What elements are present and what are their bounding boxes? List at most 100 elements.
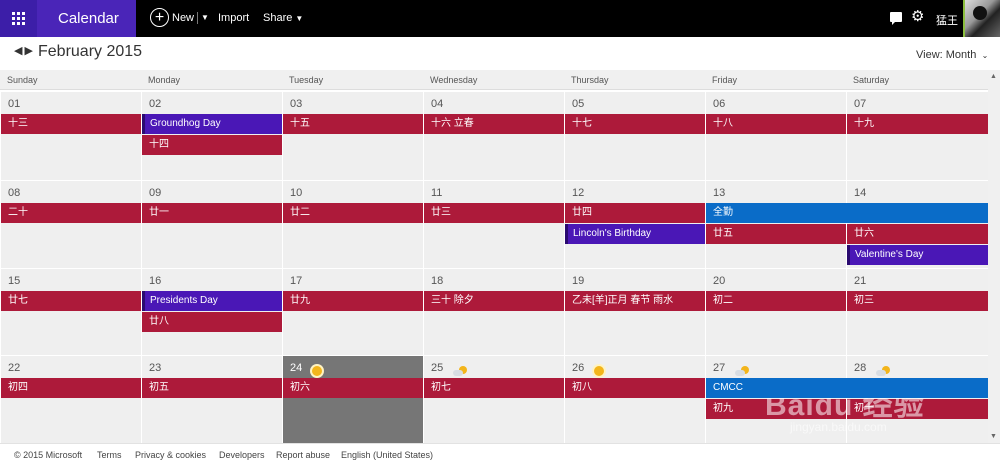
calendar-event[interactable]: 初六 xyxy=(283,378,423,398)
calendar-event[interactable]: Valentine's Day xyxy=(847,245,988,265)
calendar-event[interactable]: 廿七 xyxy=(1,291,141,311)
calendar-event[interactable]: 廿六 xyxy=(847,224,988,244)
day-cell[interactable]: 12 廿四 Lincoln's Birthday xyxy=(564,180,705,268)
multi-day-event[interactable]: CMCC xyxy=(706,378,988,398)
calendar-event[interactable]: 初七 xyxy=(424,378,564,398)
day-cell[interactable]: 14 廿六 Valentine's Day xyxy=(846,180,988,268)
calendar-event[interactable]: 廿三 xyxy=(424,203,564,223)
day-cell[interactable]: 11 廿三 xyxy=(423,180,564,268)
view-selector-label: View: Month xyxy=(916,49,977,61)
gear-icon[interactable]: ⚙ xyxy=(911,9,924,24)
day-number: 15 xyxy=(8,275,21,287)
day-cell[interactable]: 09 廿一 xyxy=(141,180,282,268)
user-name[interactable]: 猛王 xyxy=(936,12,958,28)
day-cell[interactable]: 04 十六 立春 xyxy=(423,91,564,180)
calendar-event[interactable]: 廿二 xyxy=(283,203,423,223)
day-number: 13 xyxy=(713,187,726,199)
calendar-event[interactable]: 初四 xyxy=(1,378,141,398)
day-number: 17 xyxy=(290,275,303,287)
day-cell[interactable]: 18 三十 除夕 xyxy=(423,268,564,355)
calendar-event[interactable]: Groundhog Day xyxy=(142,114,282,134)
calendar-event[interactable]: 十五 xyxy=(283,114,423,134)
footer-link-privacy[interactable]: Privacy & cookies xyxy=(135,450,206,460)
calendar-event[interactable]: 廿五 xyxy=(706,224,846,244)
day-cell[interactable]: 25 初七 xyxy=(423,355,564,443)
weekday-label: Sunday xyxy=(7,75,38,85)
day-number: 28 xyxy=(854,362,867,374)
day-cell[interactable]: 22 初四 xyxy=(0,355,141,443)
top-bar: Calendar + New ▼ Import Share ▼ ⚙ 猛王 xyxy=(0,0,1000,37)
day-cell[interactable]: 24 初六 xyxy=(282,355,423,443)
calendar-event[interactable]: 十八 xyxy=(706,114,846,134)
calendar-event[interactable]: 十三 xyxy=(1,114,141,134)
calendar-event[interactable]: 三十 除夕 xyxy=(424,291,564,311)
calendar-event[interactable]: 廿一 xyxy=(142,203,282,223)
calendar-event[interactable]: 廿八 xyxy=(142,312,282,332)
day-cell[interactable]: 21 初三 xyxy=(846,268,988,355)
day-number: 23 xyxy=(149,362,162,374)
day-cell[interactable]: 19 乙未[羊]正月 春节 雨水 xyxy=(564,268,705,355)
calendar-event[interactable]: 十九 xyxy=(847,114,988,134)
app-name[interactable]: Calendar xyxy=(37,0,136,37)
day-number: 12 xyxy=(572,187,585,199)
chevron-down-icon: ▼ xyxy=(295,14,304,23)
footer-link-terms[interactable]: Terms xyxy=(97,450,122,460)
day-cell[interactable]: 02 Groundhog Day 十四 xyxy=(141,91,282,180)
baidu-watermark-url: jingyan.baidu.com xyxy=(790,420,887,434)
import-button[interactable]: Import xyxy=(218,12,249,24)
day-cell[interactable]: 07 十九 xyxy=(846,91,988,180)
prev-month-icon[interactable]: ◀ xyxy=(14,44,22,57)
new-button[interactable]: + New ▼ xyxy=(150,8,209,27)
calendar-event[interactable]: 十四 xyxy=(142,135,282,155)
scroll-down-icon[interactable]: ▼ xyxy=(990,433,997,440)
footer-link-report-abuse[interactable]: Report abuse xyxy=(276,450,330,460)
scrollbar[interactable]: ▲ ▼ xyxy=(988,70,1000,443)
calendar-event[interactable]: 初五 xyxy=(142,378,282,398)
day-cell[interactable]: 15 廿七 xyxy=(0,268,141,355)
view-selector[interactable]: View: Month ⌄ xyxy=(916,49,988,61)
day-number: 06 xyxy=(713,98,726,110)
app-launcher-button[interactable] xyxy=(0,0,37,37)
calendar-event[interactable]: 十七 xyxy=(565,114,705,134)
calendar-event[interactable]: 廿九 xyxy=(283,291,423,311)
calendar-event[interactable]: 二十 xyxy=(1,203,141,223)
share-button[interactable]: Share ▼ xyxy=(263,12,303,24)
calendar-event[interactable]: Lincoln's Birthday xyxy=(565,224,705,244)
day-number: 07 xyxy=(854,98,867,110)
day-cell[interactable]: 01 十三 xyxy=(0,91,141,180)
avatar[interactable] xyxy=(963,0,1000,37)
calendar-event[interactable]: 初三 xyxy=(847,291,988,311)
day-number: 24 xyxy=(290,362,303,374)
chevron-down-icon[interactable]: ▼ xyxy=(201,13,209,22)
partly-cloudy-icon xyxy=(453,365,467,376)
calendar-event[interactable]: Presidents Day xyxy=(142,291,282,311)
footer-link-language[interactable]: English (United States) xyxy=(341,450,433,460)
calendar-event[interactable]: 乙未[羊]正月 春节 雨水 xyxy=(565,291,705,311)
calendar-event[interactable]: 初二 xyxy=(706,291,846,311)
day-cell[interactable]: 16 Presidents Day 廿八 xyxy=(141,268,282,355)
day-cell[interactable]: 17 廿九 xyxy=(282,268,423,355)
day-cell[interactable]: 20 初二 xyxy=(705,268,846,355)
multi-day-event[interactable]: 全勤 xyxy=(706,203,988,223)
scroll-up-icon[interactable]: ▲ xyxy=(990,73,997,80)
day-cell[interactable]: 05 十七 xyxy=(564,91,705,180)
day-cell[interactable]: 06 十八 xyxy=(705,91,846,180)
day-cell[interactable]: 26 初八 xyxy=(564,355,705,443)
day-number: 08 xyxy=(8,187,21,199)
day-cell[interactable]: 10 廿二 xyxy=(282,180,423,268)
day-number: 04 xyxy=(431,98,444,110)
chat-icon[interactable] xyxy=(890,12,902,25)
day-number: 20 xyxy=(713,275,726,287)
calendar-event[interactable]: 廿四 xyxy=(565,203,705,223)
next-month-icon[interactable]: ▶ xyxy=(24,44,32,57)
day-cell[interactable]: 08 二十 xyxy=(0,180,141,268)
weekday-label: Saturday xyxy=(853,75,890,85)
footer-link-developers[interactable]: Developers xyxy=(219,450,265,460)
calendar-event[interactable]: 十六 立春 xyxy=(424,114,564,134)
weekday-label: Monday xyxy=(148,75,181,85)
day-cell[interactable]: 03 十五 xyxy=(282,91,423,180)
day-number: 22 xyxy=(8,362,21,374)
day-cell[interactable]: 23 初五 xyxy=(141,355,282,443)
day-cell[interactable]: 13 廿五 xyxy=(705,180,846,268)
calendar-event[interactable]: 初八 xyxy=(565,378,705,398)
